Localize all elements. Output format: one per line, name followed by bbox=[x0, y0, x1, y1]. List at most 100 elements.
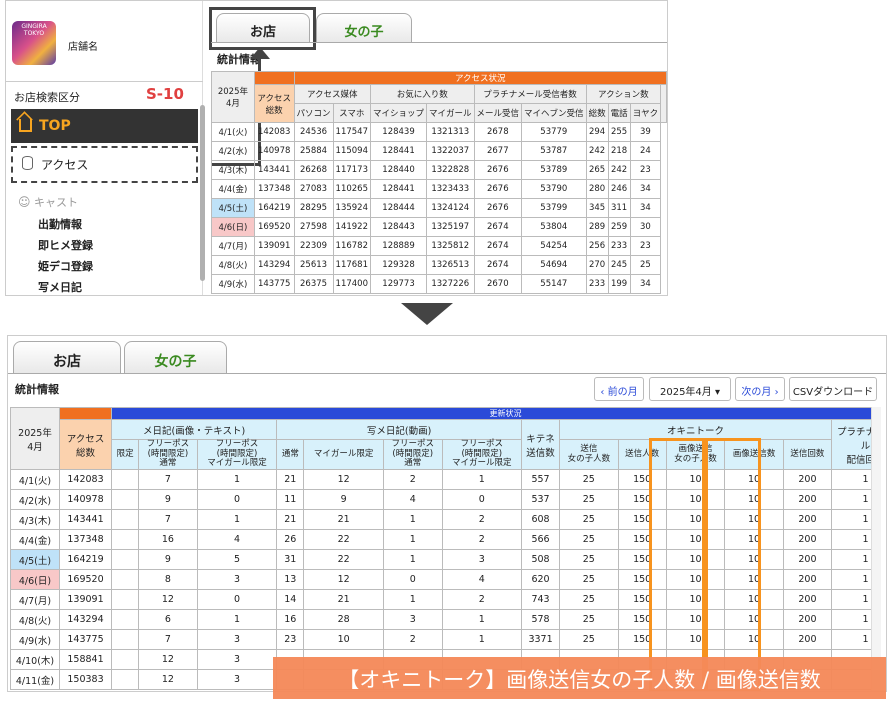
value-cell: 139091 bbox=[253, 236, 295, 256]
nav-cast-instant[interactable]: 即ヒメ登録 bbox=[38, 237, 93, 253]
value-cell: 12 bbox=[138, 589, 198, 610]
search-category-code: S-10 bbox=[146, 85, 184, 103]
value-cell: 218 bbox=[607, 141, 631, 161]
value-cell: 4 bbox=[196, 529, 278, 550]
tab-shop[interactable]: お店 bbox=[13, 341, 121, 374]
value-cell: 200 bbox=[782, 549, 833, 570]
value-cell: 25 bbox=[629, 255, 662, 275]
value-cell: 117400 bbox=[332, 274, 372, 294]
value-cell: 256 bbox=[585, 236, 609, 256]
value-cell: 25 bbox=[559, 609, 619, 630]
month-select[interactable]: 2025年4月 ▾ bbox=[649, 377, 731, 401]
value-cell: 259 bbox=[607, 217, 631, 237]
date-cell: 4/6(日) bbox=[10, 569, 60, 590]
date-cell: 4/7(月) bbox=[10, 589, 60, 610]
home-icon bbox=[19, 119, 32, 132]
table-row: 4/3(木) 143441 26268 117173 128440 1322828 2676… bbox=[211, 160, 667, 180]
value-cell: 3 bbox=[382, 609, 443, 630]
sidebar-scrollbar[interactable] bbox=[200, 105, 205, 281]
tab-girls[interactable]: 女の子 bbox=[124, 341, 227, 374]
group-okini-talk: オキニトーク bbox=[559, 419, 832, 440]
value-cell: 129773 bbox=[369, 274, 428, 294]
date-cell: 4/11(金) bbox=[10, 669, 60, 690]
value-cell bbox=[110, 669, 140, 690]
value-cell: 2674 bbox=[473, 236, 523, 256]
value-cell bbox=[110, 549, 140, 570]
value-cell: 31 bbox=[276, 549, 305, 570]
subheader: フリーポス (時間限定) 通常 bbox=[138, 439, 198, 470]
value-cell: 116782 bbox=[332, 236, 372, 256]
date-cell: 4/1(火) bbox=[10, 469, 60, 490]
value-cell: 255 bbox=[607, 122, 631, 142]
subheader: 送信 女の子人数 bbox=[559, 439, 619, 470]
date-cell: 4/7(月) bbox=[211, 236, 255, 256]
value-cell: 135924 bbox=[332, 198, 372, 218]
kitene-header: キテネ 送信数 bbox=[526, 433, 555, 459]
nav-cast-diary[interactable]: 写メ日記 bbox=[38, 279, 82, 295]
value-cell: 200 bbox=[782, 609, 833, 630]
sidebar: GINGIRA TOKYO 店舗名 お店検索区分 S-10 TOP アクセス ☺… bbox=[6, 1, 205, 295]
date-cell: 4/9(水) bbox=[211, 274, 255, 294]
nav-top[interactable]: TOP bbox=[11, 109, 198, 143]
value-cell: 1 bbox=[382, 529, 443, 550]
value-cell: 16 bbox=[138, 529, 198, 550]
nav-cast-shift[interactable]: 出勤情報 bbox=[38, 216, 82, 232]
value-cell: 22309 bbox=[293, 236, 334, 256]
caption-banner: 【オキニトーク】画像送信女の子人数 / 画像送信数 bbox=[273, 657, 886, 699]
user-icon: ☺ bbox=[18, 195, 31, 209]
value-cell: 158841 bbox=[59, 649, 112, 670]
prev-month-button[interactable]: ‹ 前の月 bbox=[594, 377, 644, 401]
value-cell: 142083 bbox=[253, 122, 295, 142]
nav-access[interactable]: アクセス bbox=[11, 146, 198, 183]
value-cell bbox=[110, 569, 140, 590]
value-cell: 25 bbox=[559, 569, 619, 590]
value-cell: 1324124 bbox=[426, 198, 475, 218]
value-cell: 200 bbox=[782, 629, 833, 650]
value-cell: 1327226 bbox=[426, 274, 475, 294]
value-cell: 53789 bbox=[521, 160, 587, 180]
date-cell: 4/10(木) bbox=[10, 649, 60, 670]
table-row: 4/8(火) 143294 25613 117681 129328 1326513 2674… bbox=[211, 255, 667, 275]
subheader: フリーポス (時間限定) 通常 bbox=[382, 439, 443, 470]
value-cell: 200 bbox=[782, 589, 833, 610]
value-cell: 25 bbox=[559, 629, 619, 650]
value-cell: 24 bbox=[629, 141, 662, 161]
table-scrollbar[interactable] bbox=[871, 407, 881, 691]
value-cell: 117681 bbox=[332, 255, 372, 275]
value-cell: 22 bbox=[303, 549, 384, 570]
value-cell: 143441 bbox=[253, 160, 295, 180]
value-cell: 128443 bbox=[369, 217, 428, 237]
value-cell: 53799 bbox=[521, 198, 587, 218]
value-cell: 34 bbox=[629, 179, 662, 199]
value-cell: 2 bbox=[441, 529, 523, 550]
chevron-right-icon: › bbox=[771, 387, 779, 398]
subheader: パソコン bbox=[293, 103, 334, 123]
value-cell: 53804 bbox=[521, 217, 587, 237]
value-cell bbox=[110, 589, 140, 610]
value-cell: 143775 bbox=[59, 629, 112, 650]
value-cell: 265 bbox=[585, 160, 609, 180]
value-cell: 2 bbox=[441, 509, 523, 530]
value-cell: 242 bbox=[585, 141, 609, 161]
nav-cast-deco[interactable]: 姫デコ登録 bbox=[38, 258, 93, 274]
nav-cast[interactable]: ☺ キャスト bbox=[18, 194, 78, 210]
value-cell: 128441 bbox=[369, 179, 428, 199]
value-cell: 12 bbox=[138, 649, 198, 670]
top-stats-table: 2025年 4月 アクセス状況 アクセス 総数 アクセス媒体 お気に入り数 プラ… bbox=[211, 71, 667, 294]
value-cell: 12 bbox=[138, 669, 198, 690]
value-cell: 128889 bbox=[369, 236, 428, 256]
next-month-button[interactable]: 次の月 › bbox=[735, 377, 785, 401]
value-cell: 137348 bbox=[253, 179, 295, 199]
value-cell: 200 bbox=[782, 469, 833, 490]
csv-download-button[interactable]: CSVダウンロード bbox=[789, 377, 877, 401]
date-cell: 4/3(木) bbox=[211, 160, 255, 180]
value-cell: 1323433 bbox=[426, 179, 475, 199]
value-cell: 2 bbox=[382, 629, 443, 650]
subheader: 通常 bbox=[276, 439, 305, 470]
value-cell: 39 bbox=[629, 122, 662, 142]
value-cell: 743 bbox=[521, 589, 561, 610]
value-cell: 25 bbox=[559, 489, 619, 510]
value-cell: 22 bbox=[303, 529, 384, 550]
tab-girls[interactable]: 女の子 bbox=[316, 13, 412, 43]
value-cell: 141922 bbox=[332, 217, 372, 237]
